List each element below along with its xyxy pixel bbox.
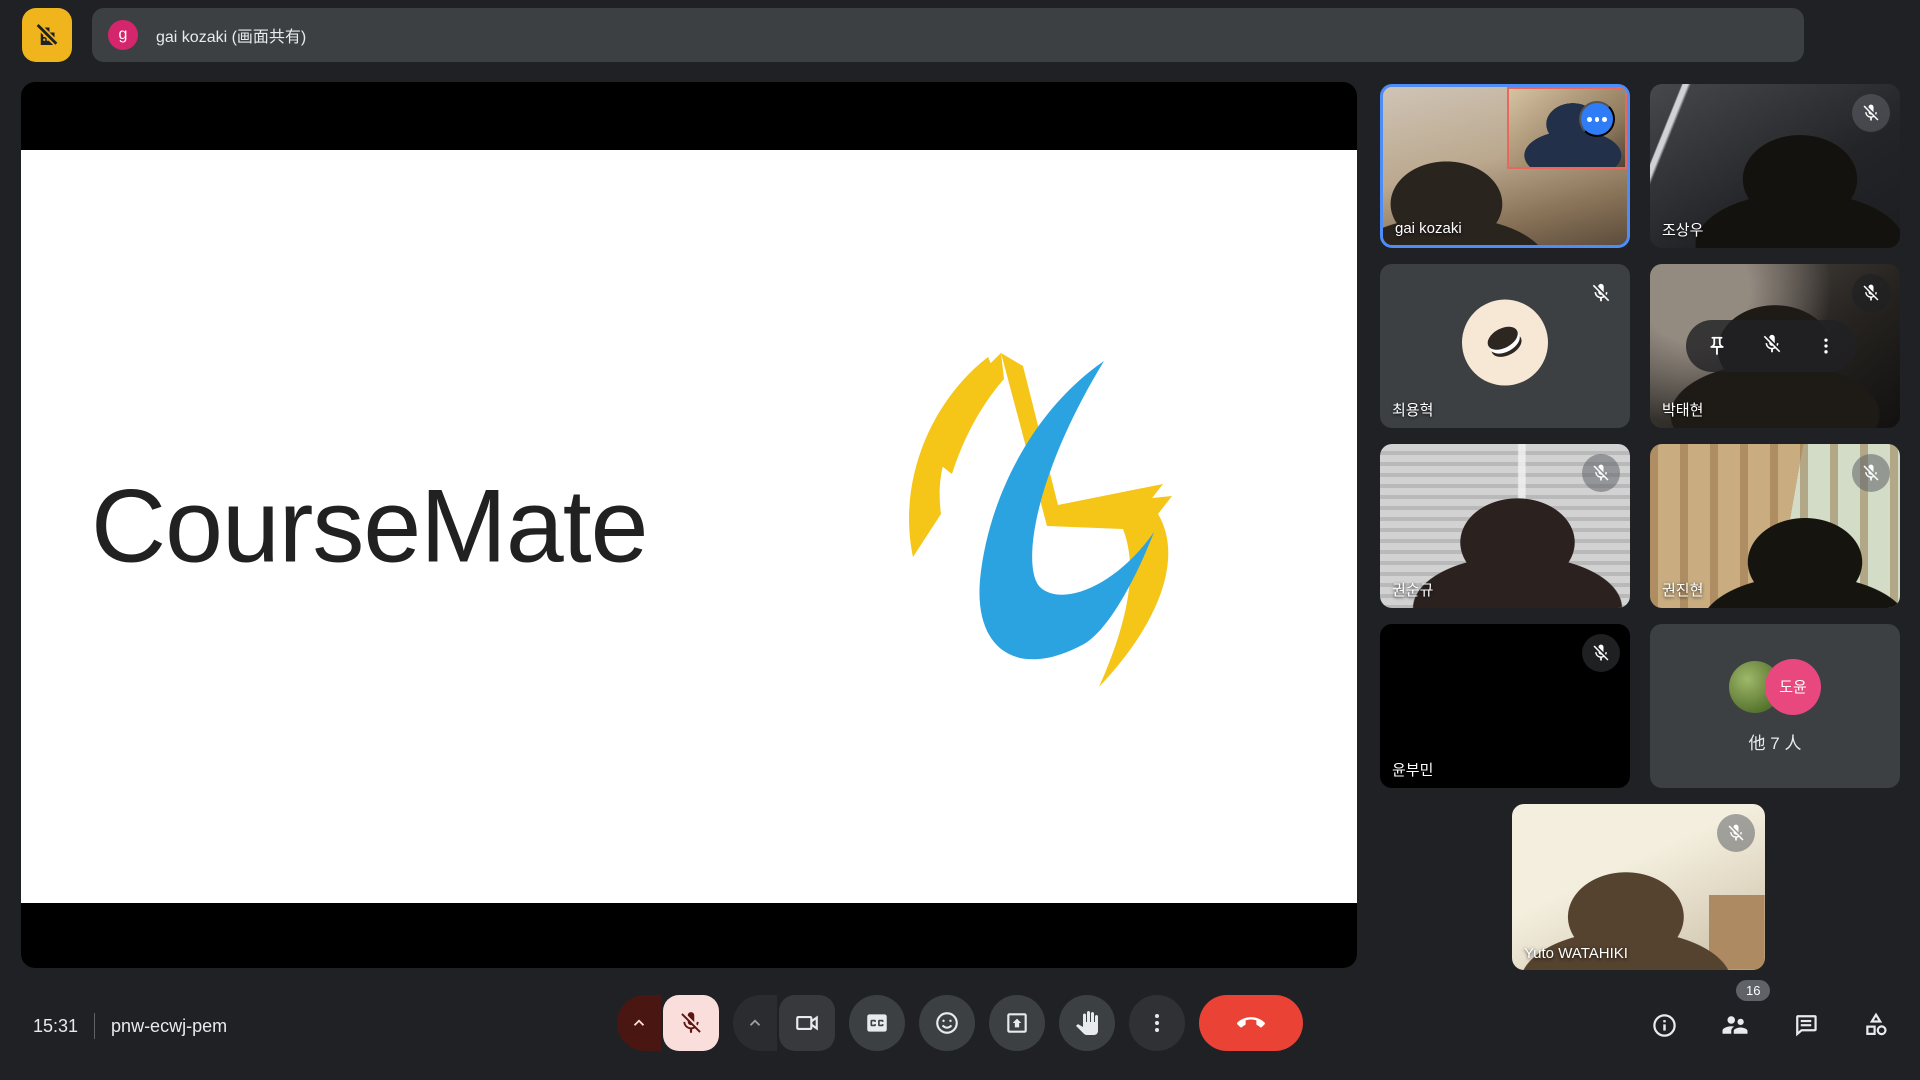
participant-tile[interactable]: 조상우 <box>1650 84 1900 248</box>
more-options-button[interactable] <box>1129 995 1185 1051</box>
reactions-button[interactable] <box>919 995 975 1051</box>
camera-control-group <box>733 995 835 1051</box>
chat-button[interactable] <box>1792 1011 1820 1039</box>
participant-tile[interactable]: 권순규 <box>1380 444 1630 608</box>
raise-hand-button[interactable] <box>1059 995 1115 1051</box>
pin-participant-button[interactable] <box>1706 335 1728 357</box>
mic-off-icon <box>1852 94 1890 132</box>
others-count-label: 他 7 人 <box>1749 729 1802 754</box>
meet-window: g gai kozaki (画面共有) CourseMate gai kozak… <box>0 0 1920 1080</box>
mic-off-icon <box>1852 454 1890 492</box>
overflow-participants-tile[interactable]: 도윤 他 7 人 <box>1650 624 1900 788</box>
participant-tile-gai-kozaki[interactable]: gai kozaki <box>1380 84 1630 248</box>
participant-tile[interactable]: 윤부민 <box>1380 624 1630 788</box>
slide-title: CourseMate <box>91 467 647 586</box>
participant-name: 조상우 <box>1662 219 1703 240</box>
captions-button[interactable] <box>849 995 905 1051</box>
participant-tile[interactable]: 박태현 <box>1650 264 1900 428</box>
participant-name: 윤부민 <box>1392 759 1433 780</box>
mic-options-chevron[interactable] <box>617 995 661 1051</box>
mic-off-icon <box>1582 634 1620 672</box>
presenter-banner[interactable]: g gai kozaki (画面共有) <box>92 8 1804 62</box>
app-icon[interactable] <box>22 8 72 62</box>
presenter-title: gai kozaki (画面共有) <box>156 23 306 47</box>
mic-control-group <box>617 995 719 1051</box>
coursemate-logo <box>851 347 1251 707</box>
participant-name: 박태현 <box>1662 399 1703 420</box>
call-controls <box>617 995 1303 1051</box>
participant-tile[interactable]: Yuto WATAHIKI <box>1512 804 1765 970</box>
divider <box>94 1013 95 1039</box>
panel-buttons: 16 <box>1651 1010 1890 1040</box>
participant-name: 최용혁 <box>1392 399 1433 420</box>
mic-mute-button[interactable] <box>663 995 719 1051</box>
tile-more-options-button[interactable] <box>1816 336 1836 356</box>
present-button[interactable] <box>989 995 1045 1051</box>
participant-tile[interactable]: 최용혁 <box>1380 264 1630 428</box>
mic-off-icon <box>1582 274 1620 312</box>
camera-options-chevron[interactable] <box>733 995 777 1051</box>
participant-name: 권순규 <box>1392 579 1433 600</box>
screen-share-tile[interactable]: CourseMate <box>21 82 1357 968</box>
participant-name: Yuto WATAHIKI <box>1524 945 1628 962</box>
meeting-info: 15:31 pnw-ecwj-pem <box>33 1013 227 1039</box>
cookie-avatar-icon <box>1462 300 1548 386</box>
people-button[interactable]: 16 <box>1720 1010 1750 1040</box>
meeting-code: pnw-ecwj-pem <box>111 1016 227 1037</box>
meeting-details-button[interactable] <box>1651 1012 1678 1039</box>
shared-slide: CourseMate <box>21 150 1357 903</box>
tile-more-options-button[interactable] <box>1579 101 1615 137</box>
participant-name: 권진현 <box>1662 579 1703 600</box>
participant-tile[interactable]: 권진현 <box>1650 444 1900 608</box>
mic-off-icon <box>1582 454 1620 492</box>
participant-avatar: 도윤 <box>1765 659 1821 715</box>
tile-hover-controls <box>1686 320 1856 372</box>
mic-off-icon <box>1761 333 1783 360</box>
mic-off-icon <box>1717 814 1755 852</box>
no-buildings-icon <box>32 20 62 50</box>
camera-button[interactable] <box>779 995 835 1051</box>
end-call-button[interactable] <box>1199 995 1303 1051</box>
overflow-avatars: 도윤 <box>1729 659 1821 715</box>
participant-name: gai kozaki <box>1395 220 1462 237</box>
presenter-avatar: g <box>108 20 138 50</box>
clock-time: 15:31 <box>33 1016 78 1037</box>
mic-off-icon <box>1852 274 1890 312</box>
participant-count-badge: 16 <box>1736 980 1770 1001</box>
activities-button[interactable] <box>1862 1011 1890 1039</box>
